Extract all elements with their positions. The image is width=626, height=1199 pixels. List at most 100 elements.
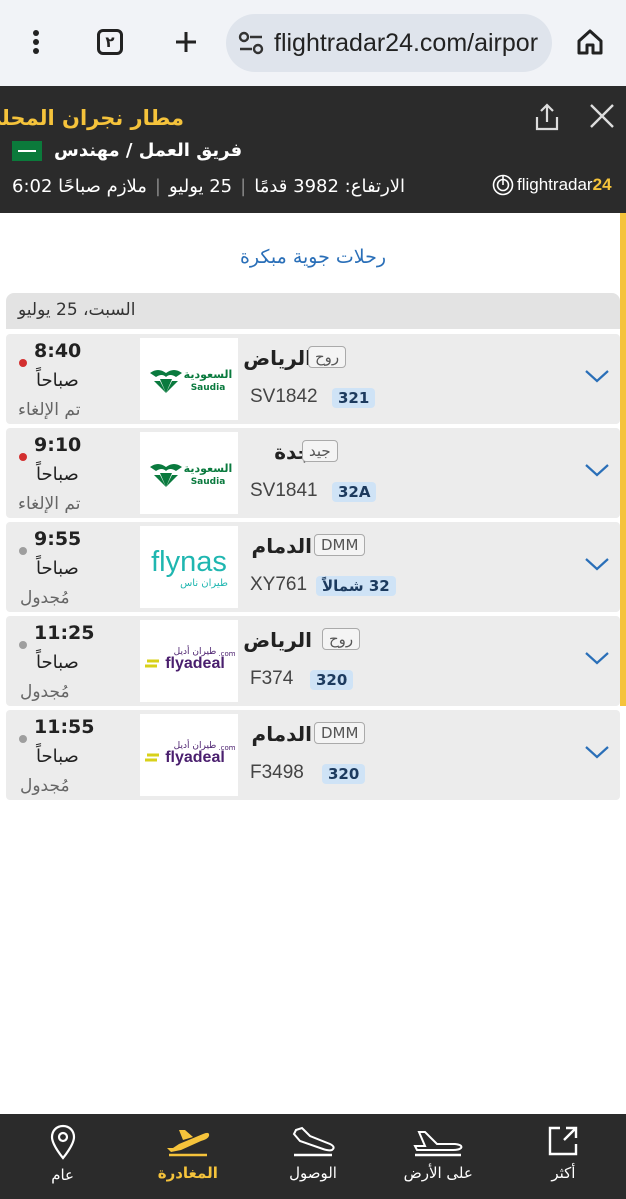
accent-stripe bbox=[620, 213, 626, 706]
airport-name: مطار نجران المحلي bbox=[0, 106, 184, 130]
flyadeal-logo: flyadeal طيران أديل .com bbox=[140, 714, 238, 796]
aircraft-type-badge: 32A bbox=[332, 482, 377, 502]
logo-number: 24 bbox=[592, 175, 612, 194]
flight-number[interactable]: SV1842 bbox=[250, 386, 318, 408]
nav-more-label: أكثر bbox=[551, 1164, 576, 1182]
flight-time: 8:40 bbox=[34, 340, 82, 362]
nav-more[interactable]: أكثر bbox=[501, 1114, 626, 1199]
aircraft-type-badge: 32 شمالاً bbox=[316, 576, 396, 596]
flightradar-logo-icon bbox=[492, 174, 514, 196]
share-icon[interactable] bbox=[532, 102, 562, 132]
team-text: فريق العمل / مهندس bbox=[54, 140, 243, 161]
chevron-down-icon[interactable] bbox=[584, 556, 610, 572]
flight-period: صباحاً bbox=[36, 464, 79, 485]
local-time-text: ملازم صباحًا 6:02 bbox=[12, 176, 147, 197]
nav-arrivals[interactable]: الوصول bbox=[250, 1114, 375, 1199]
flight-destination: الدمام bbox=[251, 534, 312, 558]
flyadeal-en-text: flyadeal bbox=[165, 655, 225, 672]
flight-row[interactable]: 9:10 صباحاً تم الإلغاء السعودية Saudia ج… bbox=[6, 428, 620, 518]
site-settings-icon[interactable] bbox=[238, 31, 264, 55]
status-dot bbox=[19, 547, 27, 555]
flight-time: 9:10 bbox=[34, 434, 82, 456]
altitude-text: الارتفاع: 3982 قدمًا bbox=[254, 176, 406, 197]
saudia-logo: السعودية Saudia bbox=[140, 432, 238, 514]
nav-general-label: عام bbox=[51, 1166, 74, 1184]
flight-time: 11:25 bbox=[34, 622, 95, 644]
flightradar-logo: flightradar24 bbox=[492, 174, 612, 196]
nav-on-ground[interactable]: على الأرض bbox=[376, 1114, 501, 1199]
chevron-down-icon[interactable] bbox=[584, 650, 610, 666]
flyadeal-com-text: .com bbox=[218, 650, 235, 658]
flight-status: مُجدول bbox=[20, 682, 70, 702]
aircraft-type-badge: 321 bbox=[332, 388, 376, 408]
flight-period: صباحاً bbox=[36, 558, 79, 579]
saudia-en-text: Saudia bbox=[191, 477, 226, 487]
bottom-navigation: عام المغادرة الوصول على الأرض أكثر bbox=[0, 1114, 626, 1199]
flight-number[interactable]: F374 bbox=[250, 668, 293, 690]
status-dot bbox=[19, 453, 27, 461]
nav-departures-label: المغادرة bbox=[157, 1164, 218, 1182]
saudia-en-text: Saudia bbox=[191, 383, 226, 393]
flynas-en-text: flynas bbox=[151, 546, 227, 578]
flyadeal-en-text: flyadeal bbox=[165, 749, 225, 766]
flight-status: تم الإلغاء bbox=[18, 400, 81, 420]
plane-takeoff-icon bbox=[166, 1130, 209, 1157]
flight-number[interactable]: XY761 bbox=[250, 574, 307, 596]
flight-status: تم الإلغاء bbox=[18, 494, 81, 514]
saudi-flag-icon bbox=[12, 140, 42, 161]
saudia-ar-text: السعودية bbox=[184, 462, 232, 475]
flight-destination: الرياض bbox=[243, 346, 312, 370]
new-tab-plus-icon[interactable] bbox=[164, 20, 208, 64]
nav-general[interactable]: عام bbox=[0, 1114, 125, 1199]
flyadeal-ar-text: طيران أديل bbox=[174, 739, 217, 751]
flight-row[interactable]: 11:55 صباحاً مُجدول flyadeal طيران أديل … bbox=[6, 710, 620, 800]
home-icon[interactable] bbox=[568, 20, 612, 64]
saudia-ar-text: السعودية bbox=[184, 368, 232, 381]
saudia-logo: السعودية Saudia bbox=[140, 338, 238, 420]
url-text: flightradar24.com/airpor bbox=[274, 28, 539, 57]
flight-number[interactable]: SV1841 bbox=[250, 480, 318, 502]
flyadeal-logo: flyadeal طيران أديل .com bbox=[140, 620, 238, 702]
early-flights-link[interactable]: رحلات جوية مبكرة bbox=[0, 246, 626, 268]
flight-row[interactable]: 11:25 صباحاً مُجدول flyadeal طيران أديل … bbox=[6, 616, 620, 706]
chevron-down-icon[interactable] bbox=[584, 462, 610, 478]
tab-switcher-button[interactable]: ٢ bbox=[88, 20, 132, 64]
flight-row[interactable]: 9:55 صباحاً مُجدول flynas طيران ناس الدم… bbox=[6, 522, 620, 612]
flight-period: صباحاً bbox=[36, 370, 79, 391]
flyadeal-com-text: .com bbox=[218, 744, 235, 752]
date-text: 25 يوليو bbox=[168, 176, 233, 197]
flight-time: 9:55 bbox=[34, 528, 82, 550]
nav-departures[interactable]: المغادرة bbox=[125, 1114, 250, 1199]
flight-row[interactable]: 8:40 صباحاً تم الإلغاء السعودية Saudia ا… bbox=[6, 334, 620, 424]
flight-status: مُجدول bbox=[20, 588, 70, 608]
flight-time: 11:55 bbox=[34, 716, 95, 738]
aircraft-type-badge: 320 bbox=[310, 670, 354, 690]
close-icon[interactable] bbox=[588, 102, 616, 130]
chevron-down-icon[interactable] bbox=[584, 368, 610, 384]
flight-destination: الرياض bbox=[243, 628, 312, 652]
status-dot bbox=[19, 735, 27, 743]
flight-destination: الدمام bbox=[251, 722, 312, 746]
browser-toolbar: ٢ flightradar24.com/airpor bbox=[0, 0, 626, 86]
address-bar[interactable]: flightradar24.com/airpor bbox=[226, 14, 552, 72]
airport-info-line: الارتفاع: 3982 قدمًا|25 يوليو|ملازم صباح… bbox=[12, 176, 406, 197]
flynas-logo: flynas طيران ناس bbox=[140, 526, 238, 608]
airport-header: مطار نجران المحلي فريق العمل / مهندس الا… bbox=[0, 86, 626, 213]
menu-kebab-icon[interactable] bbox=[14, 20, 58, 64]
tab-count: ٢ bbox=[97, 29, 123, 55]
flight-period: صباحاً bbox=[36, 652, 79, 673]
status-dot bbox=[19, 641, 27, 649]
destination-code-badge: DMM bbox=[314, 722, 366, 744]
date-group-header: السبت، 25 يوليو bbox=[6, 293, 620, 329]
flight-number[interactable]: F3498 bbox=[250, 762, 304, 784]
nav-on-ground-label: على الأرض bbox=[403, 1164, 473, 1182]
flight-period: صباحاً bbox=[36, 746, 79, 767]
team-line: فريق العمل / مهندس bbox=[12, 140, 242, 161]
flight-status: مُجدول bbox=[20, 776, 70, 796]
plane-ground-icon bbox=[413, 1131, 463, 1157]
flynas-ar-text: طيران ناس bbox=[180, 578, 228, 589]
aircraft-type-badge: 320 bbox=[322, 764, 366, 784]
destination-code-badge: DMM bbox=[314, 534, 366, 556]
chevron-down-icon[interactable] bbox=[584, 744, 610, 760]
nav-arrivals-label: الوصول bbox=[289, 1164, 337, 1182]
